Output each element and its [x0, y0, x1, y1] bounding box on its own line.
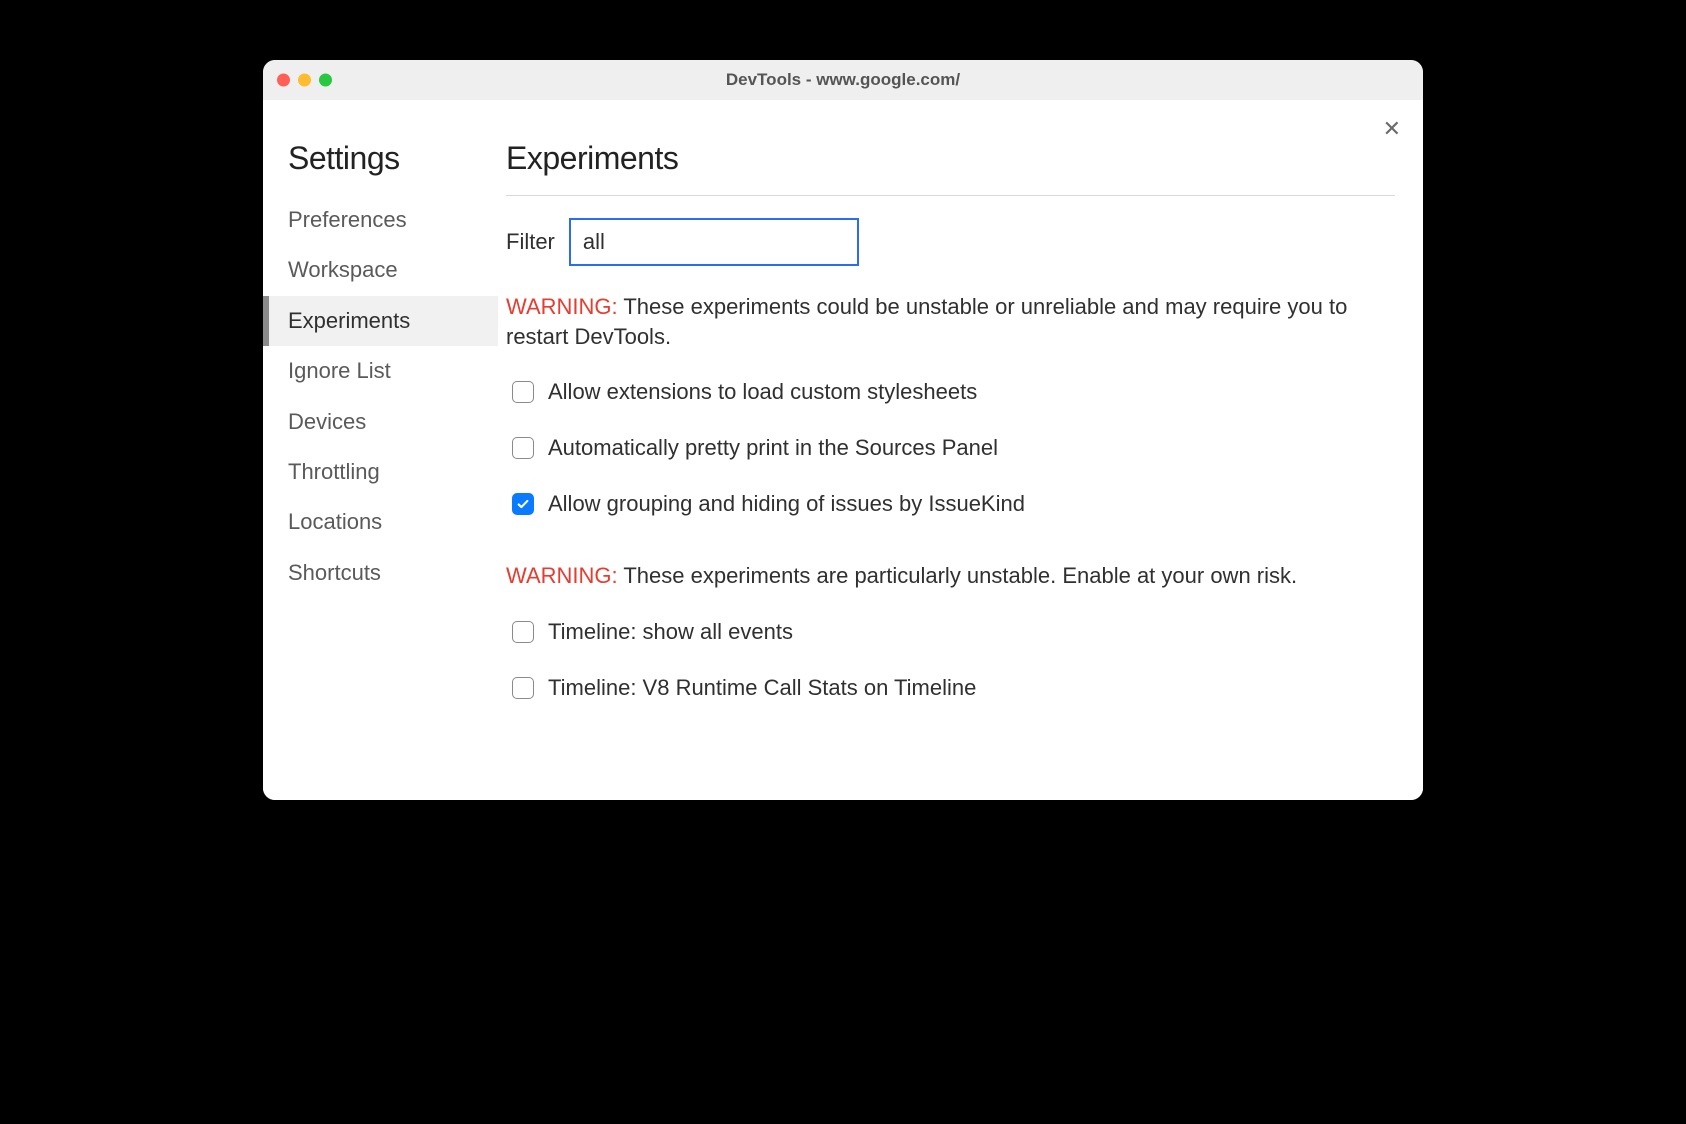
experiment-label: Allow grouping and hiding of issues by I… — [548, 491, 1025, 517]
sidebar-item-ignore-list[interactable]: Ignore List — [263, 346, 498, 396]
warning-label: WARNING: — [506, 563, 618, 588]
check-icon — [516, 497, 530, 511]
window-close-button[interactable] — [277, 74, 290, 87]
experiment-item: Allow extensions to load custom styleshe… — [506, 379, 1395, 405]
experiment-group-2: Timeline: show all events Timeline: V8 R… — [506, 619, 1395, 701]
sidebar-item-experiments[interactable]: Experiments — [263, 296, 498, 346]
warning-text: These experiments could be unstable or u… — [506, 294, 1347, 349]
settings-sidebar: Settings Preferences Workspace Experimen… — [263, 100, 498, 800]
experiment-checkbox[interactable] — [512, 677, 534, 699]
warning-risky: WARNING: These experiments are particula… — [506, 561, 1395, 591]
sidebar-item-throttling[interactable]: Throttling — [263, 447, 498, 497]
warning-unstable: WARNING: These experiments could be unst… — [506, 292, 1395, 351]
experiment-item: Allow grouping and hiding of issues by I… — [506, 491, 1395, 517]
warning-text: These experiments are particularly unsta… — [618, 563, 1298, 588]
devtools-window: DevTools - www.google.com/ ✕ Settings Pr… — [263, 60, 1423, 800]
warning-label: WARNING: — [506, 294, 618, 319]
experiment-checkbox[interactable] — [512, 493, 534, 515]
experiment-item: Automatically pretty print in the Source… — [506, 435, 1395, 461]
page-title: Experiments — [506, 140, 1395, 196]
close-icon[interactable]: ✕ — [1383, 118, 1401, 140]
experiment-label: Timeline: V8 Runtime Call Stats on Timel… — [548, 675, 976, 701]
experiment-label: Allow extensions to load custom styleshe… — [548, 379, 977, 405]
experiment-item: Timeline: V8 Runtime Call Stats on Timel… — [506, 675, 1395, 701]
experiment-label: Automatically pretty print in the Source… — [548, 435, 998, 461]
filter-input[interactable] — [569, 218, 859, 266]
sidebar-heading: Settings — [263, 140, 498, 195]
experiment-checkbox[interactable] — [512, 437, 534, 459]
sidebar-item-locations[interactable]: Locations — [263, 497, 498, 547]
traffic-lights — [277, 74, 332, 87]
sidebar-item-devices[interactable]: Devices — [263, 397, 498, 447]
main-panel: Experiments Filter WARNING: These experi… — [498, 100, 1423, 800]
filter-row: Filter — [506, 218, 1395, 266]
window-maximize-button[interactable] — [319, 74, 332, 87]
experiment-item: Timeline: show all events — [506, 619, 1395, 645]
experiment-checkbox[interactable] — [512, 621, 534, 643]
content-area: ✕ Settings Preferences Workspace Experim… — [263, 100, 1423, 800]
sidebar-item-shortcuts[interactable]: Shortcuts — [263, 548, 498, 598]
experiment-checkbox[interactable] — [512, 381, 534, 403]
window-title: DevTools - www.google.com/ — [263, 70, 1423, 90]
sidebar-item-workspace[interactable]: Workspace — [263, 245, 498, 295]
experiment-group-1: Allow extensions to load custom styleshe… — [506, 379, 1395, 517]
filter-label: Filter — [506, 229, 555, 255]
experiment-label: Timeline: show all events — [548, 619, 793, 645]
titlebar: DevTools - www.google.com/ — [263, 60, 1423, 100]
sidebar-item-preferences[interactable]: Preferences — [263, 195, 498, 245]
window-minimize-button[interactable] — [298, 74, 311, 87]
